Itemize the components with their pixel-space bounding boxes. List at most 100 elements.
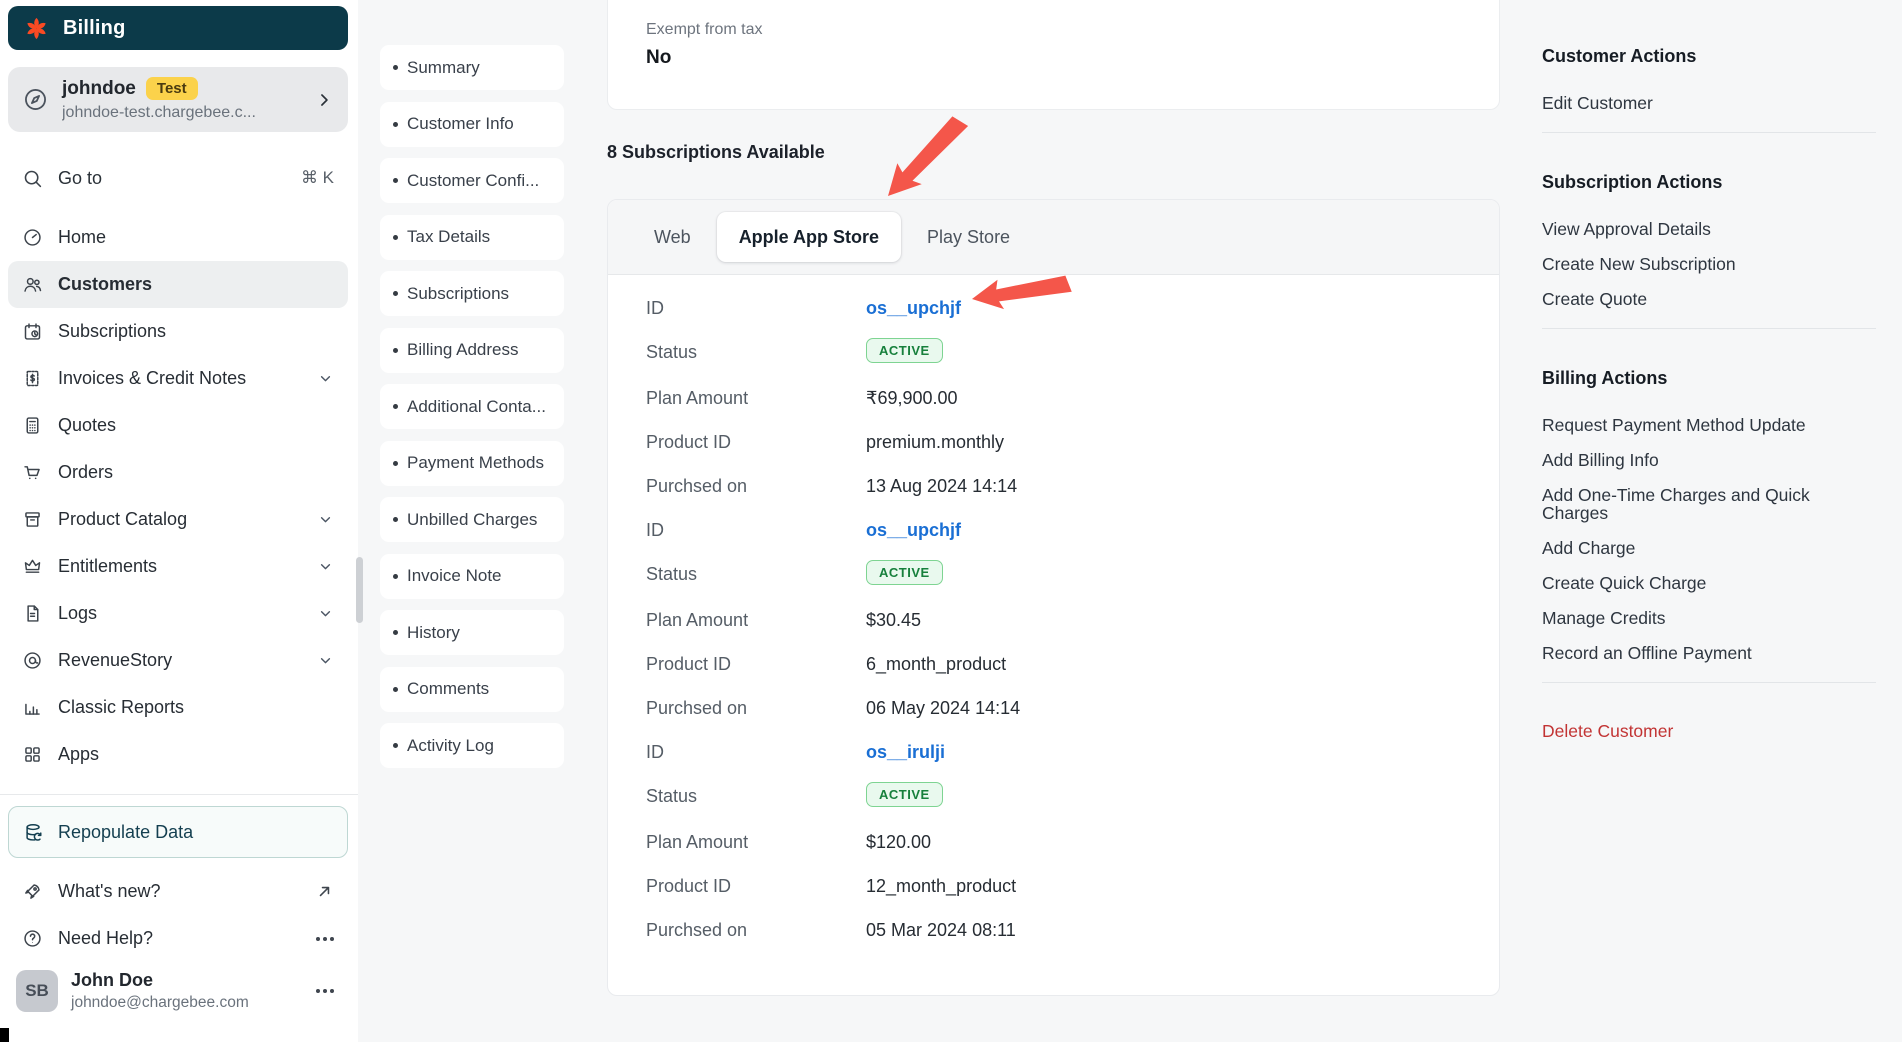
tab-web[interactable]: Web xyxy=(632,212,713,262)
sidebar-item-classic-reports[interactable]: Classic Reports xyxy=(8,684,348,731)
sidebar-item-invoices[interactable]: Invoices & Credit Notes xyxy=(8,355,348,402)
action-record-offline-payment[interactable]: Record an Offline Payment xyxy=(1542,644,1876,662)
main-content: Exempt from tax No 8 Subscriptions Avail… xyxy=(607,0,1500,996)
sidebar-item-revenuestory[interactable]: RevenueStory xyxy=(8,637,348,684)
section-nav-history[interactable]: History xyxy=(380,610,564,655)
action-create-quote[interactable]: Create Quote xyxy=(1542,290,1876,308)
rocket-icon xyxy=(25,884,40,899)
field-label: Product ID xyxy=(646,432,732,452)
field-label: Product ID xyxy=(646,654,732,674)
status-badge: ACTIVE xyxy=(866,338,943,363)
bullet-icon xyxy=(393,65,398,70)
section-nav-billing-address[interactable]: Billing Address xyxy=(380,327,564,373)
tab-play-store[interactable]: Play Store xyxy=(905,212,1032,262)
bullet-icon xyxy=(393,234,398,240)
action-create-quick-charge[interactable]: Create Quick Charge xyxy=(1542,574,1876,592)
action-add-billing-info[interactable]: Add Billing Info xyxy=(1542,451,1876,469)
sidebar-item-apps[interactable]: Apps xyxy=(8,731,348,778)
sidebar-item-home[interactable]: Home xyxy=(8,214,348,261)
subscriptions-card: Web Apple App Store Play Store ID os__up… xyxy=(607,199,1500,996)
section-nav-summary[interactable]: Summary xyxy=(380,45,564,90)
action-edit-customer[interactable]: Edit Customer xyxy=(1542,94,1876,112)
sidebar-item-logs[interactable]: Logs xyxy=(8,590,348,637)
section-nav-label: Summary xyxy=(407,57,480,77)
field-label: ID xyxy=(646,742,664,762)
goto-search[interactable]: Go to ⌘ K xyxy=(8,156,348,200)
user-name: John Doe xyxy=(71,970,154,990)
user-info: John Doe johndoe@chargebee.com xyxy=(71,970,249,1012)
field-label: Purchsed on xyxy=(646,698,748,718)
users-icon xyxy=(24,277,42,292)
field-row-status: Status ACTIVE xyxy=(646,338,1461,363)
status-badge: ACTIVE xyxy=(866,782,943,807)
sidebar-item-quotes[interactable]: Quotes xyxy=(8,402,348,449)
section-nav-label: Customer Info xyxy=(407,114,514,133)
section-nav-unbilled-charges[interactable]: Unbilled Charges xyxy=(380,497,564,542)
more-options-icon[interactable] xyxy=(316,989,320,993)
box-icon xyxy=(25,512,40,527)
need-help-link[interactable]: Need Help? xyxy=(8,915,348,962)
section-nav-comments[interactable]: Comments xyxy=(380,666,564,712)
tab-apple-app-store[interactable]: Apple App Store xyxy=(716,212,902,262)
section-nav-subscriptions[interactable]: Subscriptions xyxy=(380,271,564,316)
action-create-new-subscription[interactable]: Create New Subscription xyxy=(1542,255,1876,273)
field-label: Plan Amount xyxy=(646,832,749,852)
bullet-icon xyxy=(393,686,398,692)
field-label: ID xyxy=(646,298,664,318)
whats-new-link[interactable]: What's new? xyxy=(8,868,348,915)
section-nav-additional-contacts[interactable]: Additional Conta... xyxy=(380,384,564,429)
sidebar-item-subscriptions[interactable]: Subscriptions xyxy=(8,308,348,355)
field-row-status: Status ACTIVE xyxy=(646,782,1461,807)
section-nav-customer-info[interactable]: Customer Info xyxy=(380,101,564,147)
subscription-id-link[interactable]: os__upchjf xyxy=(866,521,961,539)
section-nav-activity-log[interactable]: Activity Log xyxy=(380,723,564,768)
chevron-right-icon xyxy=(321,93,328,106)
bullet-icon xyxy=(393,743,398,748)
user-menu[interactable]: SB John Doe johndoe@chargebee.com xyxy=(8,962,348,1026)
action-add-one-time-charges[interactable]: Add One-Time Charges and Quick Charges xyxy=(1542,486,1876,522)
action-add-charge[interactable]: Add Charge xyxy=(1542,539,1876,557)
test-badge: Test xyxy=(145,77,198,100)
chevron-down-icon xyxy=(320,517,331,523)
brand-bar[interactable]: Billing xyxy=(8,6,348,50)
sidebar-item-entitlements[interactable]: Entitlements xyxy=(8,543,348,590)
sidebar-item-product-catalog[interactable]: Product Catalog xyxy=(8,496,348,543)
sidebar-item-orders[interactable]: Orders xyxy=(8,449,348,496)
field-label: ID xyxy=(646,520,664,540)
section-nav-tax-details[interactable]: Tax Details xyxy=(380,214,564,260)
action-request-payment-method-update[interactable]: Request Payment Method Update xyxy=(1542,416,1876,434)
action-manage-credits[interactable]: Manage Credits xyxy=(1542,609,1876,627)
more-options-icon[interactable] xyxy=(316,936,320,941)
site-switcher[interactable]: johndoe Test johndoe-test.chargebee.c... xyxy=(8,67,348,132)
scrollbar-thumb[interactable] xyxy=(356,557,363,623)
delete-customer-link[interactable]: Delete Customer xyxy=(1542,722,1876,740)
subscription-id-link[interactable]: os__irulji xyxy=(866,743,945,761)
invoice-icon xyxy=(26,370,39,387)
field-row-purchased-on: Purchsed on 05 Mar 2024 08:11 xyxy=(646,921,1461,939)
subscription-id-link[interactable]: os__upchjf xyxy=(866,299,961,317)
section-nav-payment-methods[interactable]: Payment Methods xyxy=(380,440,564,486)
repopulate-data-button[interactable]: Repopulate Data xyxy=(8,806,348,858)
customer-actions-group: Customer Actions Edit Customer xyxy=(1542,0,1876,133)
sidebar-item-label: Customers xyxy=(58,274,153,294)
section-nav-label: History xyxy=(407,622,460,642)
document-icon xyxy=(27,605,39,622)
external-link-icon xyxy=(319,886,330,897)
bullet-icon xyxy=(393,630,398,635)
section-nav-label: Invoice Note xyxy=(407,566,502,585)
bullet-icon xyxy=(393,347,398,353)
section-nav-customer-config[interactable]: Customer Confi... xyxy=(380,158,564,203)
tax-exempt-value: No xyxy=(646,47,672,68)
sidebar-item-customers[interactable]: Customers xyxy=(8,261,348,308)
section-nav-invoice-note[interactable]: Invoice Note xyxy=(380,553,564,599)
section-nav-label: Unbilled Charges xyxy=(407,509,538,529)
sidebar-item-label: Quotes xyxy=(58,415,117,435)
field-row-product-id: Product ID 12_month_product xyxy=(646,877,1461,895)
subscription-source-tabs: Web Apple App Store Play Store xyxy=(608,200,1499,275)
sidebar-item-label: Apps xyxy=(58,744,100,764)
field-label: Status xyxy=(646,786,698,806)
sidebar-item-label: RevenueStory xyxy=(58,650,173,670)
action-view-approval-details[interactable]: View Approval Details xyxy=(1542,220,1876,238)
field-label: Status xyxy=(646,564,698,584)
user-email: johndoe@chargebee.com xyxy=(71,994,249,1011)
